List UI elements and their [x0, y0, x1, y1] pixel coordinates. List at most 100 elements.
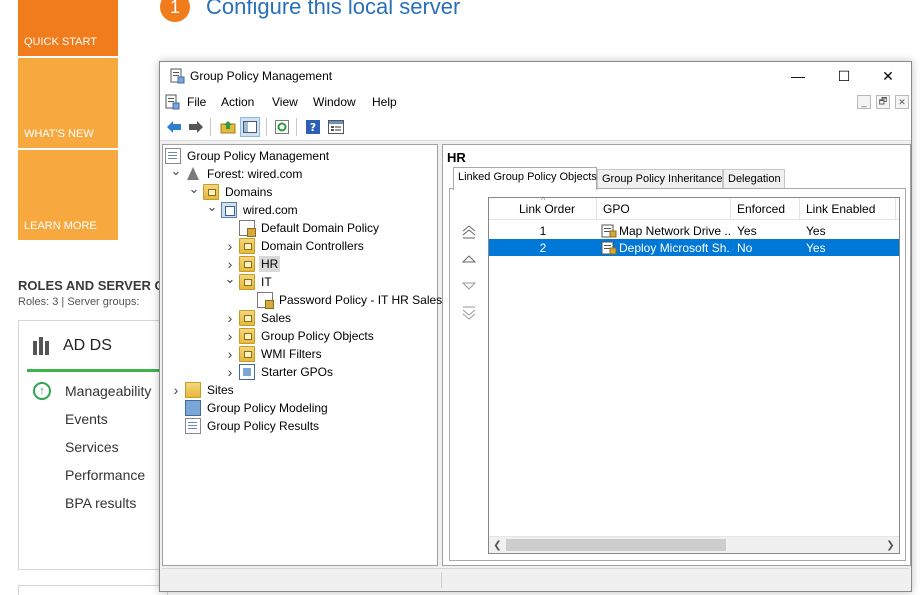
console-tree[interactable]: Group Policy Management ⌄ Forest: wired.co… — [162, 144, 442, 566]
close-button[interactable]: ✕ — [865, 62, 911, 90]
tree-node-starter-gpos[interactable]: › Starter GPOs — [225, 363, 335, 381]
tree-node-default-domain-policy[interactable]: Default Domain Policy — [225, 219, 381, 237]
back-arrow-icon[interactable] — [164, 117, 184, 137]
minimize-button[interactable]: — — [775, 62, 821, 90]
card-item-manageability[interactable]: ↑ Manageability — [33, 377, 151, 405]
list-header: ^ Link Order GPO Enforced Link Enabled — [489, 195, 899, 220]
window-title: Group Policy Management — [190, 69, 333, 83]
scroll-right-icon[interactable]: ❯ — [882, 537, 899, 554]
show-hide-tree-icon[interactable] — [240, 117, 260, 137]
tree-node-group-policy-objects[interactable]: › Group Policy Objects — [225, 327, 376, 345]
quick-start-tile[interactable]: QUICK START — [18, 0, 118, 56]
collapse-chevron-icon[interactable]: ⌄ — [189, 181, 200, 196]
tree-node-label: IT — [261, 275, 272, 289]
gpo-link-icon — [601, 241, 617, 254]
card-item-label: Events — [65, 411, 108, 427]
tree-node-domains[interactable]: ⌄ Domains — [189, 181, 274, 201]
tree-node-sites[interactable]: › Sites — [171, 381, 236, 399]
move-to-bottom-icon[interactable] — [460, 304, 478, 322]
card-item-services[interactable]: Services — [33, 433, 151, 461]
sort-caret-icon: ^ — [541, 195, 546, 205]
tab-delegation[interactable]: Delegation — [723, 169, 785, 189]
roles-section-title: ROLES AND SERVER G — [18, 278, 165, 293]
menu-file[interactable]: File — [187, 95, 206, 109]
mdi-close-button[interactable]: ✕ — [895, 95, 909, 109]
details-title: HR — [447, 150, 466, 165]
forward-arrow-icon[interactable] — [186, 117, 206, 137]
move-down-icon[interactable] — [460, 277, 478, 295]
folder-icon — [239, 310, 255, 326]
menu-action[interactable]: Action — [221, 95, 254, 109]
title-bar[interactable]: Group Policy Management — ☐ ✕ — [160, 62, 911, 90]
column-gpo[interactable]: GPO — [597, 198, 731, 220]
gpo-link-row[interactable]: 1 Map Network Drive ... Yes Yes — [489, 222, 899, 239]
mdi-minimize-button[interactable]: _ — [857, 95, 871, 109]
expand-chevron-icon[interactable]: › — [171, 382, 181, 398]
gpo-icon — [257, 292, 274, 309]
tree-node-it[interactable]: ⌄ IT — [225, 271, 274, 291]
mdi-restore-button[interactable]: 🗗 — [876, 95, 890, 109]
tab-linked-gpos[interactable]: Linked Group Policy Objects — [453, 167, 597, 190]
help-icon[interactable]: ? — [303, 117, 323, 137]
folder-icon — [239, 256, 255, 272]
refresh-icon[interactable] — [272, 117, 292, 137]
configure-local-server-link[interactable]: Configure this local server — [206, 0, 460, 20]
collapse-chevron-icon[interactable]: ⌄ — [225, 271, 236, 286]
card-item-label: Services — [65, 439, 119, 455]
linked-gpos-panel: ^ Link Order GPO Enforced Link Enabled 1 M… — [449, 188, 906, 561]
tree-node-label: Domain Controllers — [261, 239, 364, 253]
tree-node-wired-com[interactable]: ⌄ wired.com — [207, 199, 300, 219]
linked-gpo-list[interactable]: ^ Link Order GPO Enforced Link Enabled 1 M… — [488, 195, 900, 554]
tree-node-group-policy-modeling[interactable]: Group Policy Modeling — [171, 399, 330, 417]
menu-help[interactable]: Help — [372, 95, 397, 109]
card-item-bpa-results[interactable]: BPA results — [33, 489, 151, 517]
gpo-link-row[interactable]: 2 Deploy Microsoft Sh... No Yes — [489, 239, 899, 256]
gpmc-app-icon — [170, 68, 185, 84]
whats-new-tile[interactable]: WHAT'S NEW — [18, 58, 118, 148]
tree-node-label: Domains — [225, 185, 273, 199]
ad-ds-role-card[interactable]: AD DS ↑ Manageability Events Services Per… — [18, 320, 169, 570]
scroll-left-icon[interactable]: ❮ — [489, 537, 506, 554]
horizontal-scrollbar[interactable]: ❮ ❯ — [489, 536, 899, 553]
move-up-icon[interactable] — [460, 250, 478, 268]
tree-node-group-policy-results[interactable]: Group Policy Results — [171, 417, 321, 435]
menu-window[interactable]: Window — [313, 95, 356, 109]
tree-node-password-policy-it-hr-sales[interactable]: Password Policy - IT HR Sales — [243, 291, 444, 309]
card-item-events[interactable]: Events — [33, 405, 151, 433]
expand-chevron-icon[interactable]: › — [225, 346, 235, 362]
expand-chevron-icon[interactable]: › — [225, 364, 235, 380]
tree-node-wmi-filters[interactable]: › WMI Filters — [225, 345, 324, 363]
menu-view[interactable]: View — [272, 95, 298, 109]
folder-icon — [239, 274, 255, 290]
column-enforced[interactable]: Enforced — [731, 198, 800, 220]
gpo-icon — [239, 220, 256, 237]
expand-chevron-icon[interactable]: › — [225, 328, 235, 344]
expand-chevron-icon[interactable]: › — [225, 238, 235, 254]
quick-start-label: QUICK START — [24, 36, 97, 48]
card-item-performance[interactable]: Performance — [33, 461, 151, 489]
scroll-thumb[interactable] — [506, 539, 726, 551]
configure-local-server-heading[interactable]: 1 Configure this local server — [160, 0, 460, 22]
tab-gp-inheritance[interactable]: Group Policy Inheritance — [597, 169, 723, 189]
move-to-top-icon[interactable] — [460, 223, 478, 241]
column-label: Link Order — [519, 202, 576, 216]
tree-node-label: Forest: wired.com — [207, 167, 303, 181]
tree-node-label: Group Policy Results — [207, 419, 320, 433]
up-folder-icon[interactable] — [218, 117, 238, 137]
expand-chevron-icon[interactable]: › — [225, 310, 235, 326]
tree-node-group-policy-management[interactable]: Group Policy Management — [165, 147, 331, 165]
expand-chevron-icon[interactable]: › — [225, 256, 235, 272]
cell-gpo: Map Network Drive ... — [601, 222, 731, 239]
column-link-order[interactable]: ^ Link Order — [489, 195, 597, 220]
maximize-button[interactable]: ☐ — [821, 62, 867, 90]
properties-icon[interactable] — [326, 117, 346, 137]
console-menu-icon[interactable] — [164, 94, 180, 110]
column-link-enabled[interactable]: Link Enabled — [800, 198, 896, 220]
tree-node-domain-controllers[interactable]: › Domain Controllers — [225, 237, 366, 255]
learn-more-tile[interactable]: LEARN MORE — [18, 150, 118, 240]
tree-node-sales[interactable]: › Sales — [225, 309, 293, 327]
tree-node-label: Starter GPOs — [261, 365, 334, 379]
collapse-chevron-icon[interactable]: ⌄ — [207, 199, 218, 214]
collapse-chevron-icon[interactable]: ⌄ — [171, 163, 182, 178]
